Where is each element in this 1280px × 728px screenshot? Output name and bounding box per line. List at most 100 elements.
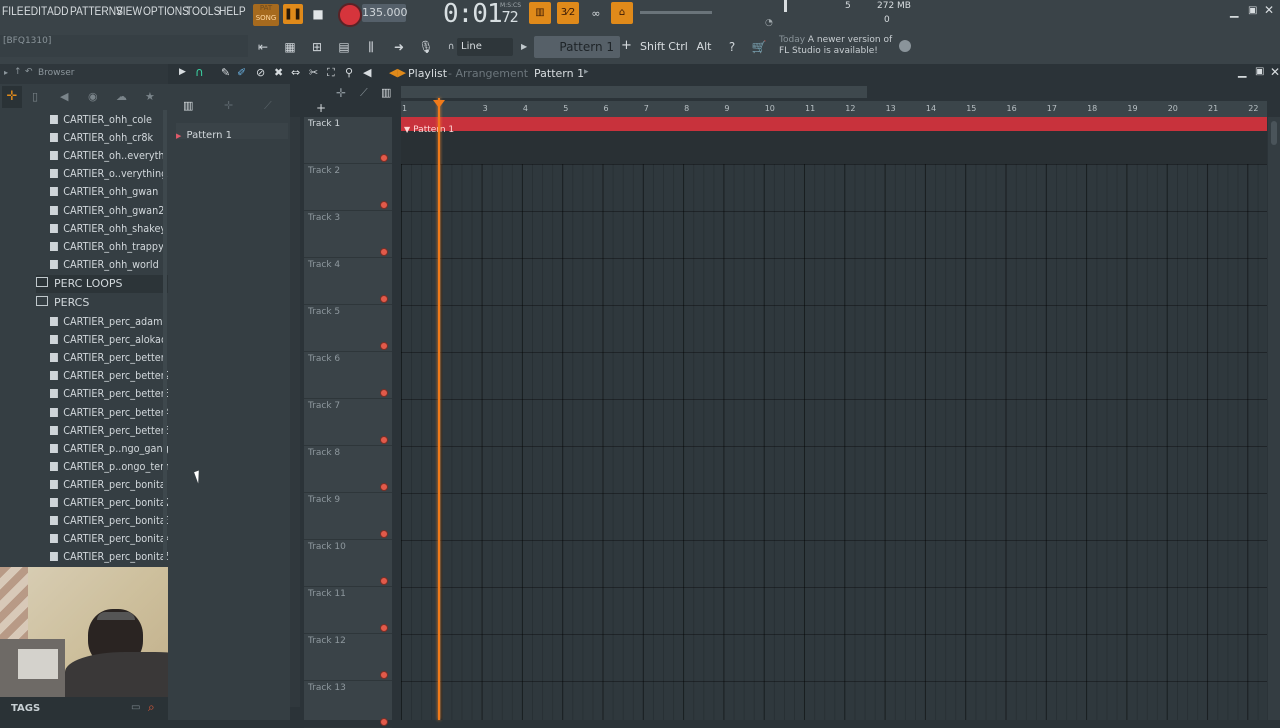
track-name[interactable]: Track 13 (308, 683, 346, 693)
browser-plugins-icon[interactable]: ◀ (60, 90, 68, 103)
tags-bar[interactable]: TAGS (0, 697, 168, 720)
browser-file-item[interactable]: CARTIER_perc_bonita (50, 476, 166, 494)
track-mute-indicator[interactable] (380, 530, 388, 538)
close-icon[interactable]: ✕ (1264, 3, 1274, 17)
ctrl-key-button[interactable]: Ctrl (667, 38, 689, 56)
browser-file-item[interactable]: CARTIER_perc_bonita4 (50, 530, 172, 548)
menu-view[interactable]: VIEW (116, 4, 142, 18)
track-name[interactable]: Track 6 (308, 354, 340, 364)
track-mute-indicator[interactable] (380, 248, 388, 256)
add-track-icon[interactable]: + (316, 101, 326, 115)
track-mute-indicator[interactable] (380, 624, 388, 632)
playlist-speaker-icon[interactable]: ◀▶ (389, 66, 406, 79)
paint-tool-icon[interactable]: ✐ (237, 66, 246, 79)
browser-file-item[interactable]: CARTIER_ohh_shakey (50, 220, 166, 238)
browser-file-item[interactable]: CARTIER_perc_better5 (50, 422, 171, 440)
tags-folder-icon[interactable]: ▭ (131, 702, 140, 713)
playlist-close-icon[interactable]: ✕ (1270, 65, 1280, 79)
playlist-grid[interactable] (401, 117, 1267, 720)
track-mute-indicator[interactable] (380, 671, 388, 679)
track-name[interactable]: Track 1 (308, 119, 340, 129)
track-name[interactable]: Track 9 (308, 495, 340, 505)
pattern-clip[interactable]: ▼ Pattern 1 (401, 117, 1267, 135)
browser-file-item[interactable]: CARTIER_oh..everything (50, 147, 180, 165)
automation-icon[interactable]: ✛ (224, 99, 233, 112)
playhead[interactable] (438, 98, 440, 720)
shift-key-button[interactable]: Shift (640, 38, 665, 56)
playhead-marker[interactable] (433, 100, 445, 108)
countdown-icon[interactable]: 3⁄2 (557, 2, 579, 24)
browser-file-item[interactable]: CARTIER_ohh_trappy (50, 238, 164, 256)
playlist-audio-icon[interactable]: ⟋ (360, 86, 368, 100)
minimize-icon[interactable]: ▁ (1230, 5, 1238, 18)
draw-tool-icon[interactable]: ✎ (221, 66, 230, 79)
track-name[interactable]: Track 5 (308, 307, 340, 317)
playlist-maximize-icon[interactable]: ▣ (1255, 66, 1264, 77)
channel-rack-icon[interactable]: ▤ (333, 36, 355, 58)
arrow-icon[interactable]: ➜ (388, 36, 410, 58)
typing-keyboard-icon[interactable]: ▥ (529, 2, 551, 24)
browser-file-item[interactable]: CARTIER_p..ongo_tems (50, 458, 175, 476)
pause-icon[interactable]: ❚❚ (283, 4, 303, 24)
browser-file-item[interactable]: CARTIER_perc_better3 (50, 385, 171, 403)
playlist-icon[interactable]: ▦ (279, 36, 301, 58)
track-mute-indicator[interactable] (380, 342, 388, 350)
browser-file-item[interactable]: CARTIER_p..ngo_gange (50, 440, 175, 458)
browser-file-item[interactable]: CARTIER_o..verything2 (50, 165, 173, 183)
maximize-icon[interactable]: ▣ (1248, 5, 1257, 16)
pattern-prev-icon[interactable]: ▶ (521, 42, 527, 51)
browser-file-item[interactable]: CARTIER_perc_alokao (50, 331, 167, 349)
track-mute-indicator[interactable] (380, 718, 388, 726)
playlist-menu-arrow-icon[interactable]: ▶ (179, 67, 186, 77)
mute-tool-icon[interactable]: ✖ (274, 66, 283, 79)
news-panel[interactable]: Today A newer version of FL Studio is ava… (779, 35, 892, 57)
browser-up-icon[interactable]: ↑ (14, 67, 22, 77)
menu-edit[interactable]: EDIT (24, 4, 47, 18)
track-mute-indicator[interactable] (380, 201, 388, 209)
pattern-selector[interactable]: Pattern 1 (534, 36, 620, 58)
playlist-horizontal-scrollbar[interactable] (401, 86, 867, 98)
browser-folder-item[interactable]: PERC LOOPS (36, 275, 168, 293)
slice-tool-icon[interactable]: ✂ (309, 66, 318, 79)
audio-clip-icon[interactable]: ⟋ (264, 99, 272, 113)
recent-files-icon[interactable]: ⇤ (252, 36, 274, 58)
browser-file-item[interactable]: CARTIER_ohh_cr8k (50, 129, 154, 147)
track-name[interactable]: Track 8 (308, 448, 340, 458)
tempo-display[interactable]: 135.000 (362, 4, 408, 22)
track-mute-indicator[interactable] (380, 436, 388, 444)
help-icon[interactable]: ? (721, 36, 743, 58)
browser-scrollbar[interactable] (163, 110, 167, 560)
browser-cloud-icon[interactable]: ☁ (116, 90, 127, 103)
magnet-snap-icon[interactable]: ∩ (195, 65, 204, 79)
loop-record-icon[interactable]: ∞ (585, 4, 607, 24)
browser-back-icon[interactable]: ↶ (25, 67, 33, 77)
search-icon[interactable]: ⌕ (148, 700, 155, 715)
track-mute-indicator[interactable] (380, 295, 388, 303)
browser-file-item[interactable]: CARTIER_perc_bonita2 (50, 494, 172, 512)
master-volume-slider[interactable] (640, 11, 712, 14)
track-name[interactable]: Track 4 (308, 260, 340, 270)
track-mute-indicator[interactable] (380, 389, 388, 397)
browser-file-item[interactable]: CARTIER_perc_better4 (50, 404, 171, 422)
browser-file-item[interactable]: CARTIER_ohh_gwan (50, 183, 158, 201)
track-name[interactable]: Track 12 (308, 636, 346, 646)
browser-file-item[interactable]: CARTIER_perc_bonita5 (50, 548, 172, 566)
playback-tool-icon[interactable]: ◀ (363, 66, 371, 79)
browser-file-item[interactable]: CARTIER_ohh_world (50, 256, 159, 274)
select-tool-icon[interactable]: ⛶ (327, 66, 335, 80)
menu-tools[interactable]: TOOLS (186, 4, 220, 18)
pitch-knob-icon[interactable]: ◔ (765, 18, 773, 28)
scroll-thumb[interactable] (1271, 121, 1277, 145)
track-name[interactable]: Track 10 (308, 542, 346, 552)
pattern-pane-scrollbar[interactable] (290, 117, 300, 707)
menu-patterns[interactable]: PATTERNS (70, 4, 123, 18)
browser-file-item[interactable]: CARTIER_ohh_cole (50, 111, 154, 129)
menu-help[interactable]: HELP (219, 4, 246, 18)
piano-icon[interactable]: ▥ (183, 99, 197, 112)
playlist-vertical-scrollbar[interactable] (1268, 117, 1280, 720)
track-name[interactable]: Track 11 (308, 589, 346, 599)
piano-roll-icon[interactable]: ⊞ (306, 36, 328, 58)
browser-file-item[interactable]: CARTIER_perc_adam (50, 313, 163, 331)
browser-db-icon[interactable]: ◉ (88, 90, 98, 103)
playlist-pattern-arrow-icon[interactable]: ▸ (584, 67, 589, 77)
